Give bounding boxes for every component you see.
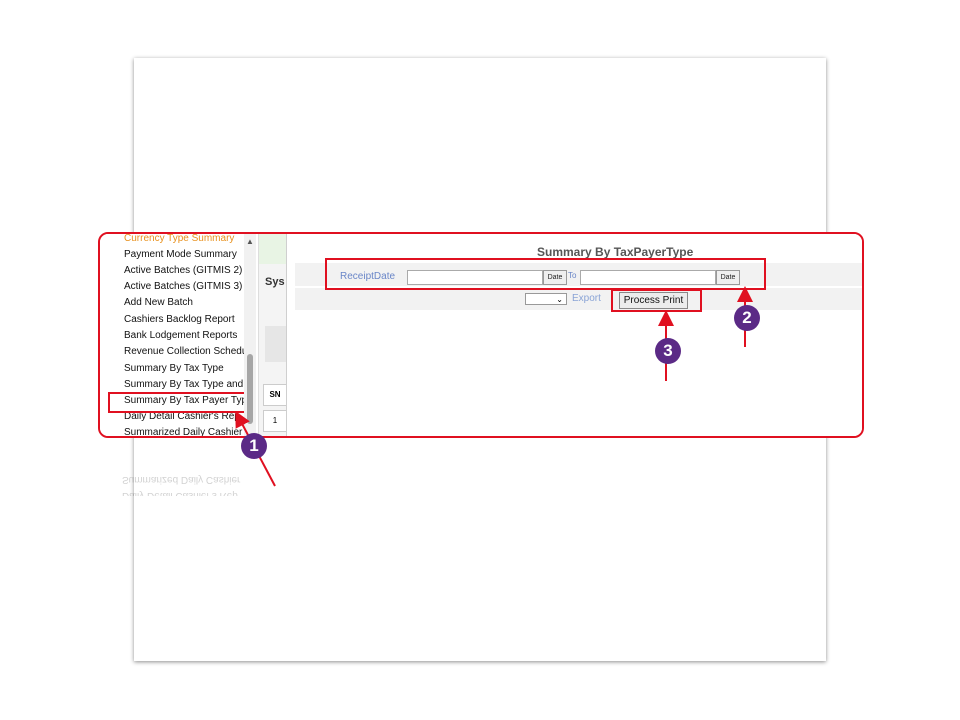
- callout-arrows: [235, 286, 753, 487]
- callout-badge-3: 3: [655, 338, 681, 364]
- callout-badge-1: 1: [241, 433, 267, 459]
- callout-badge-2: 2: [734, 305, 760, 331]
